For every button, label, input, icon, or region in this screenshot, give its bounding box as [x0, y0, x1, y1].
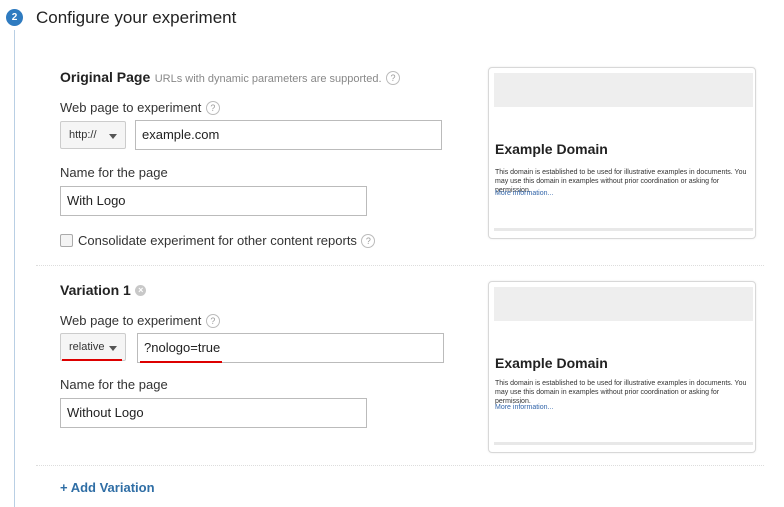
variation-title: Variation 1 [60, 282, 131, 298]
original-protocol-value: http:// [69, 129, 97, 141]
preview-footer-band [494, 442, 753, 445]
original-url-label-row: Web page to experiment ? [60, 99, 220, 117]
preview-header-band [494, 73, 753, 107]
chevron-down-icon [109, 134, 117, 139]
section-divider [36, 265, 764, 267]
original-page-hint: URLs with dynamic parameters are support… [154, 73, 382, 85]
variation-protocol-value: relative [69, 341, 105, 353]
original-protocol-select[interactable]: http:// [60, 121, 126, 149]
section-divider [36, 465, 764, 467]
help-icon[interactable]: ? [205, 100, 220, 115]
consolidate-row: Consolidate experiment for other content… [78, 232, 376, 250]
variation-header: Variation 1 × [60, 282, 147, 300]
step-number-badge: 2 [6, 9, 23, 26]
original-url-label: Web page to experiment [60, 100, 202, 115]
variation-url-input[interactable]: ?nologo=true [137, 333, 444, 363]
help-icon[interactable]: ? [205, 313, 220, 328]
preview-header-band [494, 287, 753, 321]
preview-link: More information... [495, 404, 554, 411]
highlight-underline [140, 361, 222, 363]
preview-title: Example Domain [495, 141, 608, 157]
help-icon[interactable]: ? [361, 233, 376, 248]
consolidate-checkbox[interactable] [60, 234, 73, 247]
variation-name-label: Name for the page [60, 377, 168, 392]
help-icon[interactable]: ? [385, 70, 400, 85]
preview-title: Example Domain [495, 355, 608, 371]
highlight-underline [62, 359, 122, 361]
variation-protocol-select[interactable]: relative [60, 333, 126, 361]
variation-name-input[interactable]: Without Logo [60, 398, 367, 428]
step-title: Configure your experiment [36, 8, 237, 27]
preview-link: More information... [495, 190, 554, 197]
original-page-header: Original Page URLs with dynamic paramete… [60, 69, 400, 87]
original-page-preview: Example Domain This domain is establishe… [488, 67, 756, 239]
consolidate-label: Consolidate experiment for other content… [78, 233, 357, 248]
original-name-input[interactable]: With Logo [60, 186, 367, 216]
variation-url-label-row: Web page to experiment ? [60, 312, 220, 330]
variation-url-label: Web page to experiment [60, 313, 202, 328]
preview-footer-band [494, 228, 753, 231]
original-name-label: Name for the page [60, 165, 168, 180]
preview-text: This domain is established to be used fo… [495, 380, 747, 405]
variation-page-preview: Example Domain This domain is establishe… [488, 281, 756, 453]
add-variation-link[interactable]: + Add Variation [60, 480, 155, 495]
remove-variation-icon[interactable]: × [135, 285, 147, 297]
step-connector-line [14, 30, 15, 507]
original-page-title: Original Page [60, 69, 151, 85]
chevron-down-icon [109, 346, 117, 351]
original-url-input[interactable]: example.com [135, 120, 442, 150]
